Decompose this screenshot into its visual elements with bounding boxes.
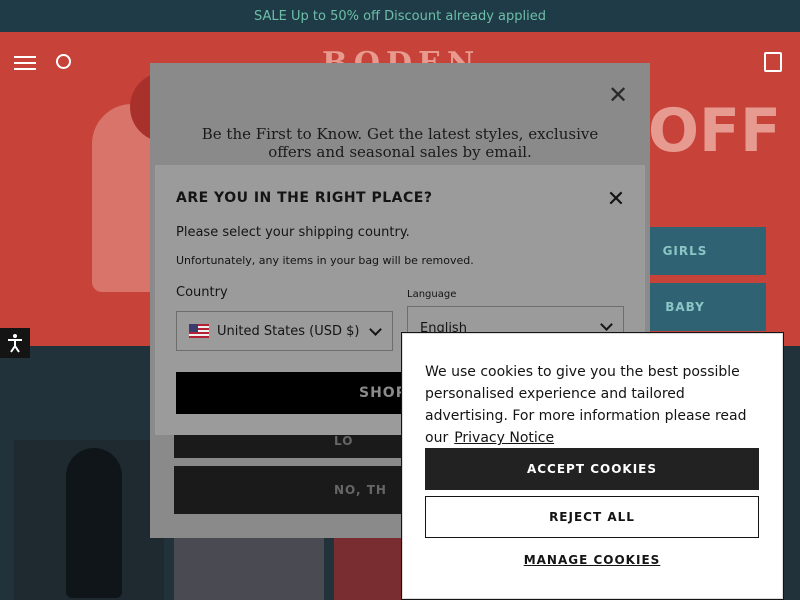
accessibility-icon[interactable] [0, 328, 30, 358]
hero-headline: OFF [648, 96, 781, 166]
newsletter-no-button[interactable]: NO, TH [174, 466, 414, 514]
reject-all-button[interactable]: REJECT ALL [425, 496, 759, 538]
country-modal-subtitle: Please select your shipping country. [176, 225, 410, 240]
country-modal-title: ARE YOU IN THE RIGHT PLACE? [176, 190, 433, 206]
privacy-notice-link[interactable]: Privacy Notice [454, 430, 554, 446]
close-icon[interactable]: ✕ [606, 189, 626, 211]
accessibility-figure-icon [8, 334, 22, 353]
newsletter-close-icon[interactable]: ✕ [608, 83, 628, 107]
announcement-bar: SALE Up to 50% off Discount already appl… [0, 0, 800, 32]
newsletter-text: Be the First to Know. Get the latest sty… [201, 125, 599, 161]
product-image[interactable] [14, 440, 164, 600]
country-select-value: United States (USD $) [217, 323, 360, 339]
announcement-text: SALE Up to 50% off Discount already appl… [254, 8, 546, 24]
bag-icon[interactable] [764, 52, 782, 72]
country-select[interactable]: United States (USD $) [176, 311, 393, 351]
cookie-text: We use cookies to give you the best poss… [425, 361, 765, 449]
chevron-down-icon [600, 318, 613, 331]
country-modal-warning: Unfortunately, any items in your bag wil… [176, 254, 474, 267]
country-label: Country [176, 285, 228, 300]
manage-cookies-link[interactable]: MANAGE COOKIES [425, 553, 759, 567]
cookie-banner: We use cookies to give you the best poss… [401, 332, 784, 600]
search-icon[interactable] [56, 54, 71, 69]
us-flag-icon [189, 324, 209, 338]
menu-icon[interactable] [14, 56, 36, 70]
language-label: Language [407, 289, 457, 300]
chevron-down-icon [369, 323, 382, 336]
accept-cookies-button[interactable]: ACCEPT COOKIES [425, 448, 759, 490]
